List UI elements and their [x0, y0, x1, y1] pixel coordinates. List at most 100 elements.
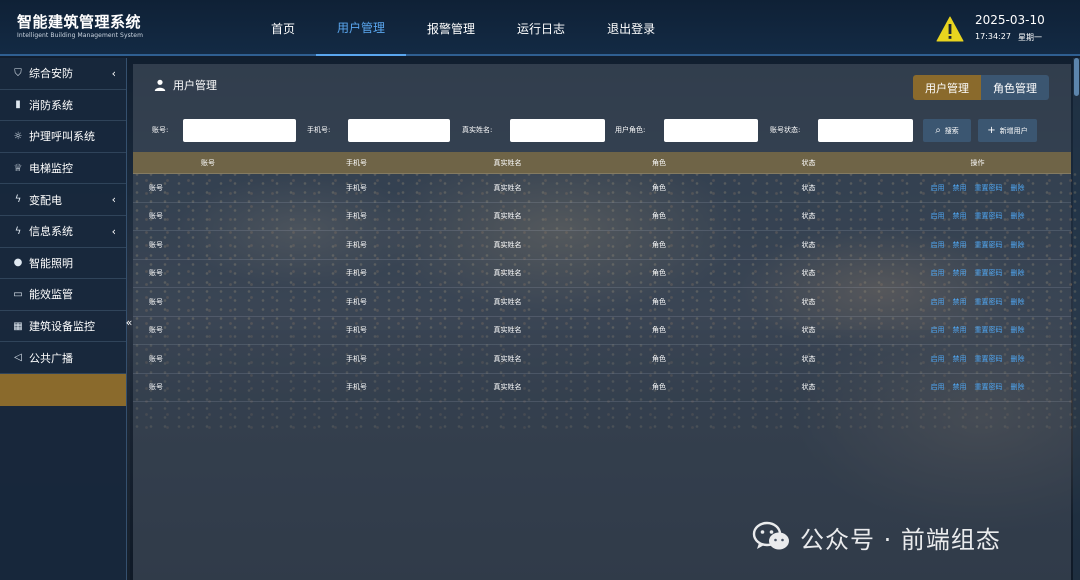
sidebar-item-lighting[interactable]: ● 智能照明 — [0, 248, 126, 280]
delete-link[interactable]: 删除 — [1011, 183, 1025, 193]
sidebar-item-security[interactable]: ⛉ 综合安防 ‹ — [0, 58, 126, 90]
sidebar-item-fire[interactable]: ▮ 消防系统 — [0, 90, 126, 122]
cell-status: 状态 — [801, 297, 816, 306]
reset-password-link[interactable]: 重置密码 — [975, 382, 1003, 392]
enable-link[interactable]: 启用 — [931, 183, 945, 193]
disable-link[interactable]: 禁用 — [953, 268, 967, 278]
sidebar-item-energy[interactable]: ▭ 能效监管 — [0, 279, 126, 311]
cell-account: 账号 — [149, 212, 163, 221]
nav-run-log[interactable]: 运行日志 — [496, 0, 586, 56]
tab-user-management[interactable]: 用户管理 — [913, 75, 981, 100]
delete-link[interactable]: 删除 — [1011, 297, 1025, 307]
app-title: 智能建筑管理系统 — [17, 13, 142, 31]
disable-link[interactable]: 禁用 — [953, 240, 967, 250]
reset-password-link[interactable]: 重置密码 — [975, 297, 1003, 307]
cell-real-name: 真实姓名 — [493, 383, 522, 392]
nav-alarm-management[interactable]: 报警管理 — [406, 0, 496, 56]
wechat-icon — [752, 521, 789, 550]
sidebar-item-label: 智能照明 — [29, 256, 73, 270]
delete-link[interactable]: 删除 — [1011, 325, 1025, 335]
cell-phone: 手机号 — [346, 383, 367, 392]
sidebar-item-label: 综合安防 — [29, 67, 73, 81]
current-date: 2025-03-10 — [975, 13, 1045, 27]
phone-input[interactable] — [348, 119, 450, 142]
delete-link[interactable]: 删除 — [1011, 354, 1025, 364]
col-header-actions: 操作 — [970, 158, 985, 167]
lightning-icon: ϟ — [14, 225, 22, 237]
delete-link[interactable]: 删除 — [1011, 211, 1025, 221]
reset-password-link[interactable]: 重置密码 — [975, 211, 1003, 221]
delete-link[interactable]: 删除 — [1011, 382, 1025, 392]
cell-real-name: 真实姓名 — [493, 326, 522, 335]
delete-link[interactable]: 删除 — [1011, 240, 1025, 250]
cell-role: 角色 — [652, 269, 666, 278]
cell-account: 账号 — [149, 297, 163, 306]
tab-role-management[interactable]: 角色管理 — [981, 75, 1049, 100]
disable-link[interactable]: 禁用 — [953, 354, 967, 364]
nav-user-management[interactable]: 用户管理 — [316, 0, 407, 56]
reset-password-link[interactable]: 重置密码 — [975, 183, 1003, 193]
cell-role: 角色 — [652, 383, 666, 392]
watermark: 公众号 · 前端组态 — [752, 519, 1001, 555]
nav-logout[interactable]: 退出登录 — [586, 0, 676, 56]
sidebar-item-power[interactable]: ϟ 变配电 ‹ — [0, 184, 126, 216]
reset-password-link[interactable]: 重置密码 — [975, 325, 1003, 335]
elevator-icon: ♕ — [13, 162, 23, 174]
enable-link[interactable]: 启用 — [931, 297, 945, 307]
reset-password-link[interactable]: 重置密码 — [975, 240, 1003, 250]
nav-home[interactable]: 首页 — [250, 0, 316, 56]
sidebar-item-building-equipment[interactable]: ▦ 建筑设备监控 — [0, 311, 126, 343]
enable-link[interactable]: 启用 — [931, 325, 945, 335]
sidebar-item-label: 能效监管 — [29, 288, 73, 302]
table-row: 账号 手机号 真实姓名 角色 状态 启用 禁用 重置密码 删除 — [133, 288, 1071, 317]
table-row: 账号 手机号 真实姓名 角色 状态 启用 禁用 重置密码 删除 — [133, 345, 1071, 374]
cell-status: 状态 — [801, 183, 816, 192]
enable-link[interactable]: 启用 — [931, 211, 945, 221]
cell-real-name: 真实姓名 — [493, 297, 522, 306]
cell-phone: 手机号 — [346, 269, 367, 278]
real-name-input[interactable] — [510, 119, 605, 142]
sidebar-item-label: 消防系统 — [29, 98, 73, 112]
enable-link[interactable]: 启用 — [931, 382, 945, 392]
sidebar-item-info-system[interactable]: ϟ 信息系统 ‹ — [0, 216, 126, 248]
page-scrollbar[interactable] — [1073, 58, 1080, 580]
real-name-label: 真实姓名: — [462, 126, 493, 134]
sidebar-item-label: 建筑设备监控 — [29, 320, 95, 334]
search-button[interactable]: ⌕ 搜索 — [923, 119, 971, 142]
cell-phone: 手机号 — [346, 297, 367, 306]
disable-link[interactable]: 禁用 — [953, 382, 967, 392]
add-user-button[interactable]: + 新增用户 — [978, 119, 1037, 142]
enable-link[interactable]: 启用 — [931, 268, 945, 278]
delete-link[interactable]: 删除 — [1011, 268, 1025, 278]
cell-status: 状态 — [801, 326, 816, 335]
search-form: 账号: 手机号: 真实姓名: 用户角色: 账号状态: ⌕ 搜索 + 新增用户 — [0, 119, 1080, 143]
reset-password-link[interactable]: 重置密码 — [975, 354, 1003, 364]
warning-triangle-icon[interactable] — [936, 16, 964, 42]
disable-link[interactable]: 禁用 — [953, 325, 967, 335]
disable-link[interactable]: 禁用 — [953, 297, 967, 307]
account-label: 账号: — [152, 126, 169, 134]
enable-link[interactable]: 启用 — [931, 240, 945, 250]
account-status-input[interactable] — [818, 119, 913, 142]
top-header: 智能建筑管理系统 Intelligent Building Management… — [0, 0, 1080, 56]
disable-link[interactable]: 禁用 — [953, 183, 967, 193]
account-input[interactable] — [183, 119, 296, 142]
scrollbar-thumb[interactable] — [1074, 58, 1079, 96]
disable-link[interactable]: 禁用 — [953, 211, 967, 221]
col-header-phone: 手机号 — [346, 158, 367, 167]
sidebar-item-active[interactable] — [0, 373, 126, 406]
cell-status: 状态 — [801, 212, 816, 221]
cell-account: 账号 — [149, 269, 163, 278]
app-subtitle: Intelligent Building Management System — [17, 32, 144, 39]
cell-account: 账号 — [149, 354, 163, 363]
sidebar-item-broadcast[interactable]: ◁ 公共广播 — [0, 342, 126, 374]
sidebar-item-elevator[interactable]: ♕ 电梯监控 — [0, 153, 126, 185]
cell-status: 状态 — [801, 354, 816, 363]
cell-phone: 手机号 — [346, 183, 367, 192]
enable-link[interactable]: 启用 — [931, 354, 945, 364]
cell-account: 账号 — [149, 326, 163, 335]
user-role-input[interactable] — [664, 119, 758, 142]
reset-password-link[interactable]: 重置密码 — [975, 268, 1003, 278]
cell-account: 账号 — [149, 183, 163, 192]
shield-icon: ⛉ — [14, 67, 22, 79]
